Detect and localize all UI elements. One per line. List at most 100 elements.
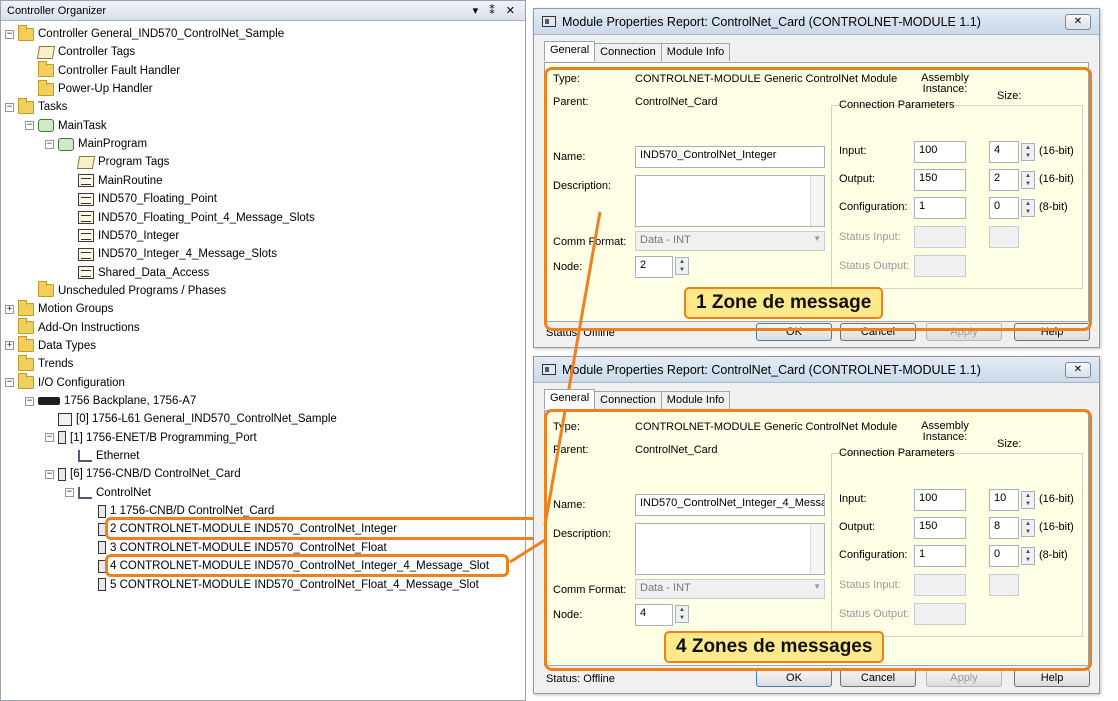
- output-size-spinner[interactable]: ▲ ▼: [1021, 519, 1035, 537]
- apply-button[interactable]: Apply: [926, 669, 1002, 687]
- tree-expander-icon[interactable]: −: [45, 139, 54, 149]
- card-icon: [98, 504, 106, 518]
- config-assembly-input[interactable]: 1: [914, 545, 966, 567]
- input-assembly-input[interactable]: 100: [914, 489, 966, 511]
- organizer-window-controls[interactable]: ▾ ⁑ ✕: [473, 4, 519, 17]
- config-assembly-input[interactable]: 1: [914, 197, 966, 219]
- tree-node[interactable]: − Controller General_IND570_ControlNet_Sa…: [5, 24, 284, 43]
- input-size-spinner[interactable]: ▲ ▼: [1021, 491, 1035, 509]
- input-size-input[interactable]: 4: [989, 141, 1019, 163]
- tree-node[interactable]: − MainProgram: [45, 135, 147, 153]
- tree-node[interactable]: + Motion Groups: [5, 299, 113, 318]
- tree-node[interactable]: 3 CONTROLNET-MODULE IND570_ControlNet_Fl…: [85, 539, 387, 557]
- size-label: Size:: [997, 90, 1022, 102]
- folder-icon: [18, 24, 34, 41]
- tree-node[interactable]: 1 1756-CNB/D ControlNet_Card: [85, 502, 274, 520]
- tree-node[interactable]: MainRoutine: [65, 172, 163, 190]
- textarea-scrollbar[interactable]: [810, 524, 824, 574]
- description-textarea[interactable]: [635, 175, 825, 227]
- tree-node[interactable]: − Tasks: [5, 97, 67, 116]
- tree-node[interactable]: + Data Types: [5, 336, 96, 355]
- cancel-button[interactable]: Cancel: [840, 669, 916, 687]
- tree-expander-icon[interactable]: −: [5, 29, 14, 39]
- node-spinner[interactable]: ▲ ▼: [675, 605, 689, 623]
- cancel-button[interactable]: Cancel: [840, 323, 916, 341]
- assembly-instance-label: Assembly Instance:: [921, 72, 969, 95]
- tree-expander-icon[interactable]: −: [45, 469, 54, 479]
- tab-general[interactable]: General: [544, 41, 596, 61]
- tree-node[interactable]: [0] 1756-L61 General_IND570_ControlNet_S…: [45, 410, 337, 428]
- ok-button[interactable]: OK: [756, 323, 832, 341]
- tree-node[interactable]: Ethernet: [65, 447, 139, 465]
- name-input[interactable]: IND570_ControlNet_Integer_4_Messa: [635, 494, 825, 516]
- tree-node[interactable]: − [6] 1756-CNB/D ControlNet_Card: [45, 465, 241, 483]
- comm-format-select[interactable]: Data - INT ▼: [635, 579, 825, 599]
- assembly-instance-label: Assembly Instance:: [921, 420, 969, 443]
- tree-node-label: Ethernet: [96, 450, 140, 463]
- tree-node[interactable]: Shared_Data_Access: [65, 264, 209, 282]
- textarea-scrollbar[interactable]: [810, 176, 824, 226]
- output-size-spinner[interactable]: ▲ ▼: [1021, 171, 1035, 189]
- config-size-spinner[interactable]: ▲ ▼: [1021, 547, 1035, 565]
- help-button[interactable]: Help: [1014, 669, 1090, 687]
- tree-node-label: [6] 1756-CNB/D ControlNet_Card: [70, 468, 241, 481]
- input-assembly-input[interactable]: 100: [914, 141, 966, 163]
- input-size-spinner[interactable]: ▲ ▼: [1021, 143, 1035, 161]
- tab-general[interactable]: General: [544, 389, 596, 409]
- ok-button[interactable]: OK: [756, 669, 832, 687]
- output-assembly-input[interactable]: 150: [914, 169, 966, 191]
- tree-expander-icon[interactable]: +: [5, 304, 14, 314]
- tree-node[interactable]: Unscheduled Programs / Phases: [25, 281, 226, 300]
- tree-node[interactable]: IND570_Integer_4_Message_Slots: [65, 245, 277, 263]
- comm-format-select[interactable]: Data - INT ▼: [635, 231, 825, 251]
- tree-expander-icon[interactable]: −: [25, 396, 34, 406]
- tree-node[interactable]: − 1756 Backplane, 1756-A7: [25, 392, 196, 410]
- node-spinner[interactable]: ▲ ▼: [675, 257, 689, 275]
- input-size-input[interactable]: 10: [989, 489, 1019, 511]
- tree-node[interactable]: − I/O Configuration: [5, 373, 125, 392]
- routine-icon: [78, 229, 94, 243]
- tree-node[interactable]: Power-Up Handler: [25, 79, 153, 98]
- tree-node[interactable]: 5 CONTROLNET-MODULE IND570_ControlNet_Fl…: [85, 576, 479, 594]
- config-size-input[interactable]: 0: [989, 545, 1019, 567]
- description-textarea[interactable]: [635, 523, 825, 575]
- config-size-spinner[interactable]: ▲ ▼: [1021, 199, 1035, 217]
- config-size-input[interactable]: 0: [989, 197, 1019, 219]
- tree-node[interactable]: − MainTask: [25, 117, 107, 135]
- tree-expander-icon[interactable]: −: [25, 121, 34, 131]
- close-button[interactable]: ✕: [1065, 361, 1091, 378]
- tree-node[interactable]: Trends: [5, 354, 73, 373]
- tree-expander-icon[interactable]: −: [5, 378, 14, 388]
- tree-expander-icon[interactable]: −: [65, 488, 74, 498]
- tree-node[interactable]: IND570_Integer: [65, 227, 179, 245]
- tree-node[interactable]: Program Tags: [65, 153, 169, 171]
- tree-node[interactable]: 4 CONTROLNET-MODULE IND570_ControlNet_In…: [85, 557, 489, 575]
- tab-module-info[interactable]: Module Info: [660, 391, 731, 409]
- tab-module-info[interactable]: Module Info: [660, 43, 731, 61]
- tab-connection[interactable]: Connection: [594, 391, 662, 409]
- output-size-input[interactable]: 8: [989, 517, 1019, 539]
- output-size-input[interactable]: 2: [989, 169, 1019, 191]
- tree-node[interactable]: Controller Fault Handler: [25, 61, 180, 80]
- comm-format-value: Data - INT: [640, 582, 691, 594]
- tree-expander-icon[interactable]: −: [5, 102, 14, 112]
- tree-expander-icon[interactable]: +: [5, 341, 14, 351]
- tree-node[interactable]: Controller Tags: [25, 43, 135, 61]
- tree-node[interactable]: IND570_Floating_Point: [65, 190, 217, 208]
- tree-node[interactable]: Add-On Instructions: [5, 318, 140, 337]
- close-button[interactable]: ✕: [1065, 13, 1091, 30]
- help-button[interactable]: Help: [1014, 323, 1090, 341]
- tree-node[interactable]: IND570_Floating_Point_4_Message_Slots: [65, 209, 315, 227]
- tree-node[interactable]: − ControlNet: [65, 484, 151, 502]
- node-input[interactable]: 4: [635, 604, 673, 626]
- apply-button[interactable]: Apply: [926, 323, 1002, 341]
- dialog-title-bar: Module Properties Report: ControlNet_Car…: [534, 357, 1099, 383]
- tree-node[interactable]: 2 CONTROLNET-MODULE IND570_ControlNet_In…: [85, 520, 397, 538]
- tree-node[interactable]: − [1] 1756-ENET/B Programming_Port: [45, 429, 257, 447]
- output-assembly-input[interactable]: 150: [914, 517, 966, 539]
- tab-connection[interactable]: Connection: [594, 43, 662, 61]
- tree-expander-icon[interactable]: −: [45, 433, 54, 443]
- name-input[interactable]: IND570_ControlNet_Integer: [635, 146, 825, 168]
- node-input[interactable]: 2: [635, 256, 673, 278]
- status-output-field: [914, 603, 966, 625]
